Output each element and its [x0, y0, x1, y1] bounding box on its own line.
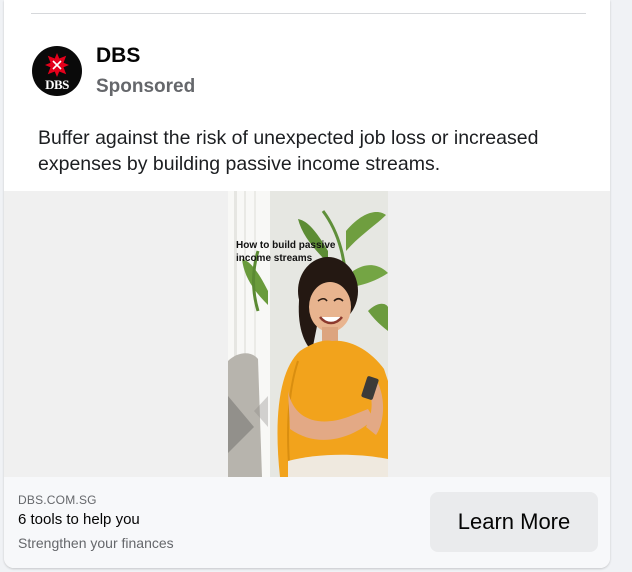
- dbs-logo-avatar[interactable]: DBS: [32, 46, 82, 96]
- ad-media[interactable]: How to build passive income streams: [4, 191, 610, 477]
- link-headline[interactable]: 6 tools to help you: [18, 511, 140, 528]
- woman-with-phone-illustration: [228, 191, 388, 477]
- ad-body-text: Buffer against the risk of unexpected jo…: [38, 127, 539, 175]
- page-name[interactable]: DBS: [96, 44, 140, 68]
- link-description[interactable]: Strengthen your finances: [18, 535, 174, 551]
- avatar-logo-text: DBS: [45, 77, 69, 92]
- ad-post-card: DBS DBS Sponsored Buffer against the ris…: [4, 0, 610, 568]
- ad-footer[interactable]: DBS.COM.SG 6 tools to help you Strengthe…: [4, 477, 610, 568]
- link-domain[interactable]: DBS.COM.SG: [18, 493, 97, 507]
- learn-more-button[interactable]: Learn More: [430, 492, 598, 552]
- ad-photo[interactable]: How to build passive income streams: [228, 191, 388, 477]
- photo-caption: How to build passive income streams: [236, 240, 336, 264]
- post-header: DBS DBS Sponsored: [32, 44, 592, 102]
- divider: [31, 13, 586, 14]
- sponsored-label[interactable]: Sponsored: [96, 76, 195, 98]
